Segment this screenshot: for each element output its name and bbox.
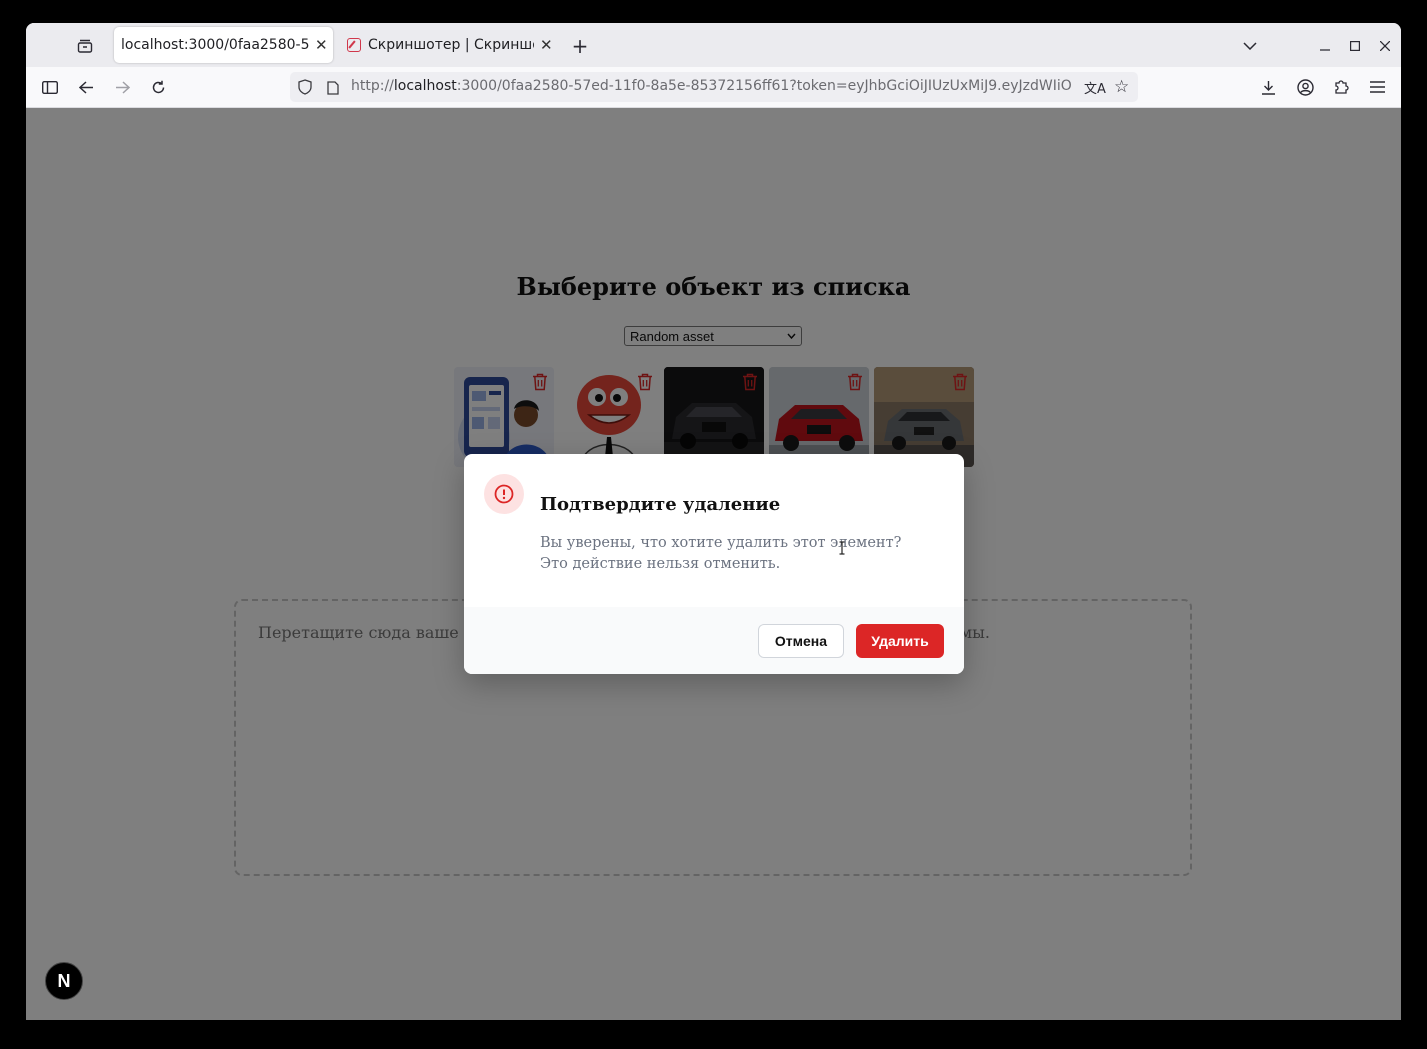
tab-overview-icon[interactable] — [74, 35, 96, 57]
reload-icon[interactable] — [148, 77, 168, 97]
browser-window: localhost:3000/0faa2580-57ed ✕ Скриншоте… — [26, 23, 1401, 1020]
nextjs-dev-badge[interactable]: N — [45, 962, 83, 1000]
sidebar-toggle-icon[interactable] — [40, 77, 60, 97]
tab-title: Скриншотер | Скриншотер — [368, 37, 534, 53]
back-arrow-icon[interactable] — [76, 77, 96, 97]
url-scheme: http:// — [351, 78, 394, 94]
close-icon[interactable]: ✕ — [540, 36, 553, 54]
page-info-icon[interactable] — [327, 80, 339, 99]
navigation-bar: http://localhost:3000/0faa2580-57ed-11f0… — [26, 67, 1401, 108]
list-tabs-chevron-icon[interactable] — [1239, 35, 1261, 57]
forward-arrow-icon[interactable] — [112, 77, 132, 97]
close-icon[interactable]: ✕ — [315, 36, 328, 54]
alert-circle-icon — [484, 474, 524, 514]
page-content: Выберите объект из списка Random asset — [26, 108, 1401, 1020]
dialog-title: Подтвердите удаление — [540, 494, 781, 515]
dialog-footer: Отмена Удалить — [464, 607, 964, 674]
maximize-icon[interactable] — [1345, 35, 1365, 57]
tab-screenshoter[interactable]: Скриншотер | Скриншотер ✕ — [342, 27, 556, 63]
menu-icon[interactable] — [1367, 77, 1387, 97]
bookmark-star-icon[interactable]: ☆ — [1114, 77, 1129, 97]
cancel-button[interactable]: Отмена — [758, 624, 844, 658]
minimize-icon[interactable] — [1315, 35, 1335, 57]
nextjs-badge-letter: N — [57, 970, 71, 991]
dialog-message: Вы уверены, что хотите удалить этот элем… — [540, 535, 902, 572]
pencil-icon — [347, 38, 361, 52]
url-host: localhost — [393, 78, 457, 94]
url-path: :3000/0faa2580-57ed-11f0-8a5e-85372156ff… — [456, 78, 1073, 94]
downloads-icon[interactable] — [1258, 77, 1278, 97]
delete-button[interactable]: Удалить — [856, 624, 944, 658]
confirm-delete-dialog: Подтвердите удаление Вы уверены, что хот… — [464, 454, 964, 674]
url-bar[interactable]: http://localhost:3000/0faa2580-57ed-11f0… — [290, 72, 1138, 102]
new-tab-icon[interactable]: + — [569, 34, 591, 58]
translate-icon[interactable]: 文A — [1084, 78, 1106, 97]
window-close-icon[interactable] — [1375, 35, 1395, 57]
tab-localhost[interactable]: localhost:3000/0faa2580-57ed ✕ — [114, 27, 333, 63]
tab-strip: localhost:3000/0faa2580-57ed ✕ Скриншоте… — [26, 23, 1401, 67]
url-text[interactable]: http://localhost:3000/0faa2580-57ed-11f0… — [351, 78, 1073, 96]
text-cursor-icon — [839, 540, 845, 555]
shield-icon[interactable] — [298, 79, 312, 99]
account-icon[interactable] — [1295, 77, 1315, 97]
tab-title: localhost:3000/0faa2580-57ed — [121, 37, 309, 53]
extensions-icon[interactable] — [1331, 77, 1351, 97]
